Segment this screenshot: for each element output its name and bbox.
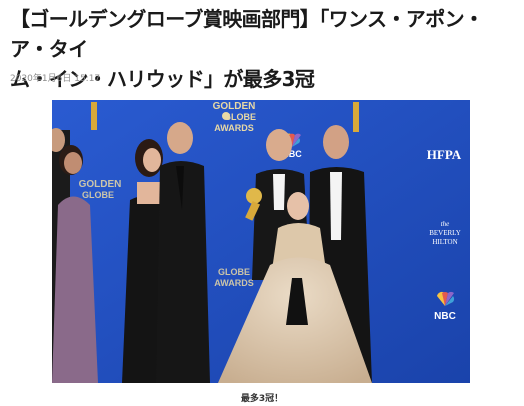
- photo-caption: 最多3冠！: [240, 394, 284, 404]
- logo-text-golden: GOLDEN: [213, 101, 256, 112]
- hilton-the: the: [441, 220, 450, 228]
- photo-illustration: GOLDEN GLOBE AWARDS GOLDEN GLOBE GLOBE A…: [52, 100, 470, 383]
- logo-center-awards: AWARDS: [214, 278, 254, 288]
- golden-globe-logo-center: GLOBE AWARDS: [214, 267, 254, 288]
- hilton-hilton: HILTON: [432, 238, 457, 246]
- nbc-text-right: NBC: [434, 311, 456, 322]
- logo-center-globe: GLOBE: [218, 267, 250, 277]
- publish-date: 2020年1月6日 15:17: [10, 74, 101, 84]
- headline-line-1: 【ゴールデングローブ賞映画部門】「ワンス・アポン・ア・タイ: [10, 7, 484, 61]
- hilton-beverly: BEVERLY: [429, 229, 461, 237]
- statue-right: [353, 102, 359, 132]
- logo-text-globe: GLOBE: [224, 112, 256, 122]
- logo-text-awards: AWARDS: [214, 123, 254, 133]
- hfpa-logo: HFPA: [427, 147, 462, 162]
- statue-left: [91, 102, 97, 130]
- article: 【ゴールデングローブ賞映画部門】「ワンス・アポン・ア・タイ ム・イン・ハリウッド…: [0, 0, 524, 406]
- article-photo[interactable]: GOLDEN GLOBE AWARDS GOLDEN GLOBE GLOBE A…: [52, 100, 470, 383]
- logo-left-golden: GOLDEN: [79, 179, 122, 190]
- logo-left-globe: GLOBE: [82, 190, 114, 200]
